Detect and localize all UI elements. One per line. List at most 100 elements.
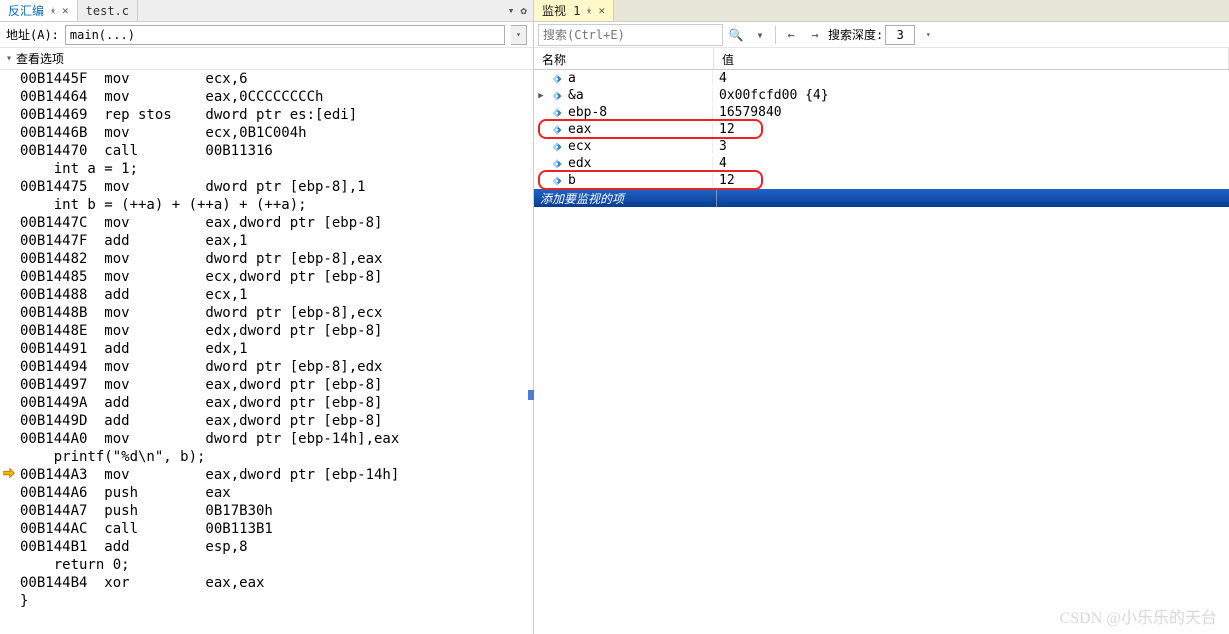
depth-dropdown-icon[interactable]: ▾	[917, 24, 939, 46]
code-line[interactable]: 00B1445F mov ecx,6	[0, 70, 533, 88]
address-label: 地址(A):	[6, 26, 59, 43]
nav-fwd-icon[interactable]: →	[804, 24, 826, 46]
code-line[interactable]: 00B14482 mov dword ptr [ebp-8],eax	[0, 250, 533, 268]
code-line[interactable]: 00B1449A add eax,dword ptr [ebp-8]	[0, 394, 533, 412]
separator	[775, 26, 776, 44]
separator	[716, 189, 717, 207]
close-icon[interactable]: ✕	[62, 4, 69, 17]
view-options[interactable]: ▾ 查看选项	[0, 48, 533, 70]
code-line[interactable]: 00B144A7 push 0B17B30h	[0, 502, 533, 520]
code-line[interactable]: 00B144B1 add esp,8	[0, 538, 533, 556]
code-line[interactable]: 00B1446B mov ecx,0B1C004h	[0, 124, 533, 142]
code-line[interactable]: 00B1447F add eax,1	[0, 232, 533, 250]
watch-name: ecx	[566, 139, 712, 154]
tab-label: 反汇编	[8, 2, 44, 19]
watch-value: 0x00fcfd00 {4}	[712, 88, 1229, 103]
code-line[interactable]: 00B14485 mov ecx,dword ptr [ebp-8]	[0, 268, 533, 286]
code-line[interactable]: 00B14464 mov eax,0CCCCCCCCh	[0, 88, 533, 106]
address-row: 地址(A): ▾	[0, 22, 533, 48]
watch-name: b	[566, 173, 712, 188]
gear-icon[interactable]: ✿	[520, 4, 527, 17]
watch-value: 16579840	[712, 105, 1229, 120]
code-line[interactable]: 00B1449D add eax,dword ptr [ebp-8]	[0, 412, 533, 430]
pin-icon	[584, 6, 594, 16]
code-line[interactable]: 00B14491 add edx,1	[0, 340, 533, 358]
code-line[interactable]: 00B14469 rep stos dword ptr es:[edi]	[0, 106, 533, 124]
watch-value: 12	[712, 173, 1229, 188]
watch-row[interactable]: edx4	[534, 155, 1229, 172]
add-watch-row[interactable]: 添加要监视的项	[534, 189, 1229, 207]
variable-icon	[550, 72, 564, 86]
watch-name: &a	[566, 88, 712, 103]
col-value[interactable]: 值	[714, 48, 1229, 69]
nav-back-icon[interactable]: ←	[780, 24, 802, 46]
dropdown-icon[interactable]: ▾	[508, 4, 515, 17]
search-row: 🔍 ▾ ← → 搜索深度: ▾	[534, 22, 1229, 48]
watch-row[interactable]: a4	[534, 70, 1229, 87]
expand-icon[interactable]: ▶	[534, 91, 548, 101]
watch-row[interactable]: ecx3	[534, 138, 1229, 155]
code-line[interactable]: 00B14475 mov dword ptr [ebp-8],1	[0, 178, 533, 196]
watch-value: 4	[712, 156, 1229, 171]
tab-tools: ▾ ✿	[508, 0, 533, 21]
depth-label: 搜索深度:	[828, 26, 883, 43]
code-line[interactable]: 00B1448B mov dword ptr [ebp-8],ecx	[0, 304, 533, 322]
close-icon[interactable]: ✕	[598, 4, 605, 17]
code-line[interactable]: 00B144A0 mov dword ptr [ebp-14h],eax	[0, 430, 533, 448]
code-line[interactable]: 00B14488 add ecx,1	[0, 286, 533, 304]
code-line[interactable]: 00B14494 mov dword ptr [ebp-8],edx	[0, 358, 533, 376]
watch-row[interactable]: b12	[534, 172, 1229, 189]
code-line[interactable]: }	[0, 592, 533, 610]
search-icon[interactable]: 🔍	[725, 24, 747, 46]
watch-value: 3	[712, 139, 1229, 154]
variable-icon	[550, 123, 564, 137]
disassembly-panel: 反汇编 ✕ test.c ▾ ✿ 地址(A): ▾ ▾ 查看选项 00B1445…	[0, 0, 534, 634]
code-line[interactable]: 00B1447C mov eax,dword ptr [ebp-8]	[0, 214, 533, 232]
address-input[interactable]	[65, 25, 505, 45]
code-line[interactable]: 00B14497 mov eax,dword ptr [ebp-8]	[0, 376, 533, 394]
variable-icon	[550, 89, 564, 103]
code-line[interactable]: 00B144A6 push eax	[0, 484, 533, 502]
code-area[interactable]: 00B1445F mov ecx,600B14464 mov eax,0CCCC…	[0, 70, 533, 634]
variable-icon	[550, 140, 564, 154]
watch-panel: 监视 1 ✕ 🔍 ▾ ← → 搜索深度: ▾ 名称 值 a4▶&a0x00fcf…	[534, 0, 1229, 634]
col-name[interactable]: 名称	[534, 48, 714, 69]
watch-value: 4	[712, 71, 1229, 86]
code-line[interactable]: printf("%d\n", b);	[0, 448, 533, 466]
code-line[interactable]: int a = 1;	[0, 160, 533, 178]
tab-label: 监视 1	[542, 2, 580, 19]
search-input[interactable]	[539, 28, 722, 42]
watermark: CSDN @小乐乐的天台	[1060, 604, 1217, 628]
code-line[interactable]: 00B144B4 xor eax,eax	[0, 574, 533, 592]
code-line[interactable]: 00B1448E mov edx,dword ptr [ebp-8]	[0, 322, 533, 340]
variable-icon	[550, 174, 564, 188]
watch-name: eax	[566, 122, 712, 137]
view-options-label: 查看选项	[16, 50, 64, 67]
code-line[interactable]: 00B14470 call 00B11316	[0, 142, 533, 160]
dropdown-icon[interactable]: ▾	[749, 24, 771, 46]
depth-input[interactable]	[885, 25, 915, 45]
watch-body: a4▶&a0x00fcfd00 {4}ebp-816579840eax12ecx…	[534, 70, 1229, 207]
watch-name: edx	[566, 156, 712, 171]
chevron-down-icon: ▾	[6, 53, 12, 64]
variable-icon	[550, 157, 564, 171]
code-line[interactable]: 00B144A3 mov eax,dword ptr [ebp-14h]	[0, 466, 533, 484]
add-watch-hint: 添加要监视的项	[540, 190, 716, 207]
watch-row[interactable]: ▶ &a0x00fcfd00 {4}	[534, 87, 1229, 104]
code-line[interactable]: int b = (++a) + (++a) + (++a);	[0, 196, 533, 214]
tab-watch-1[interactable]: 监视 1 ✕	[534, 0, 614, 21]
variable-icon	[550, 106, 564, 120]
tab-test-c[interactable]: test.c	[78, 0, 138, 21]
code-line[interactable]: 00B144AC call 00B113B1	[0, 520, 533, 538]
tab-disassembly[interactable]: 反汇编 ✕	[0, 0, 78, 21]
address-dropdown[interactable]: ▾	[511, 25, 527, 45]
watch-row[interactable]: eax12	[534, 121, 1229, 138]
code-line[interactable]: return 0;	[0, 556, 533, 574]
search-box[interactable]	[538, 24, 723, 46]
gutter	[0, 70, 18, 634]
watch-name: a	[566, 71, 712, 86]
watch-value: 12	[712, 122, 1229, 137]
watch-row[interactable]: ebp-816579840	[534, 104, 1229, 121]
pin-icon	[48, 6, 58, 16]
tab-spacer	[138, 0, 508, 21]
